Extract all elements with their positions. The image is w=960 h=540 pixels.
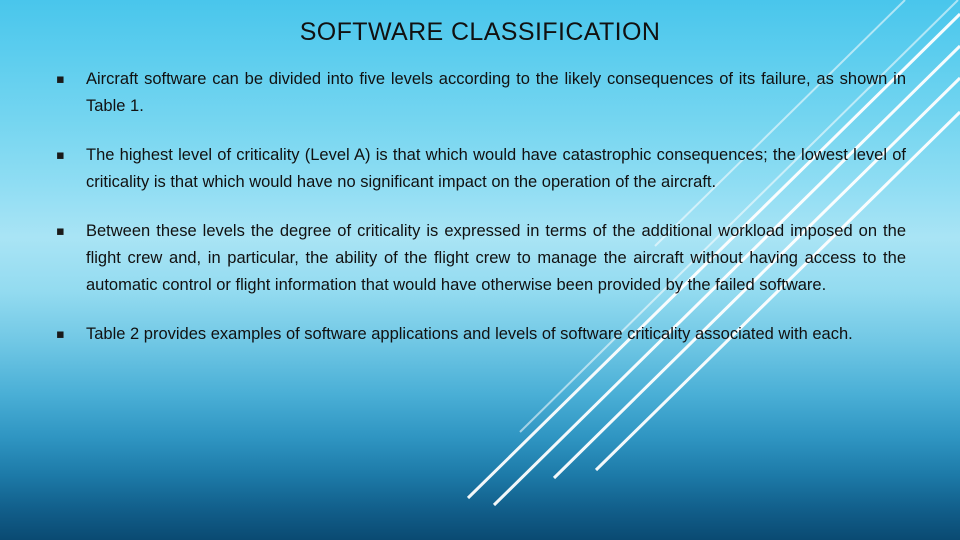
page-title: SOFTWARE CLASSIFICATION bbox=[299, 18, 661, 46]
list-item: ▪ Table 2 provides examples of software … bbox=[56, 321, 906, 348]
bullet-marker-icon: ▪ bbox=[56, 224, 65, 239]
bullet-text: The highest level of criticality (Level … bbox=[86, 146, 906, 191]
bullet-text: Between these levels the degree of criti… bbox=[86, 222, 906, 294]
list-item: ▪ Aircraft software can be divided into … bbox=[56, 66, 906, 120]
list-item: ▪ The highest level of criticality (Leve… bbox=[56, 142, 906, 196]
bullet-marker-icon: ▪ bbox=[56, 327, 65, 342]
slide: SOFTWARE CLASSIFICATION ▪ Aircraft softw… bbox=[0, 0, 960, 540]
bullet-marker-icon: ▪ bbox=[56, 148, 65, 163]
bullet-list: ▪ Aircraft software can be divided into … bbox=[56, 66, 906, 348]
bullet-marker-icon: ▪ bbox=[56, 72, 65, 87]
bullet-text: Aircraft software can be divided into fi… bbox=[86, 70, 906, 115]
list-item: ▪ Between these levels the degree of cri… bbox=[56, 218, 906, 299]
bullet-text: Table 2 provides examples of software ap… bbox=[86, 325, 853, 343]
